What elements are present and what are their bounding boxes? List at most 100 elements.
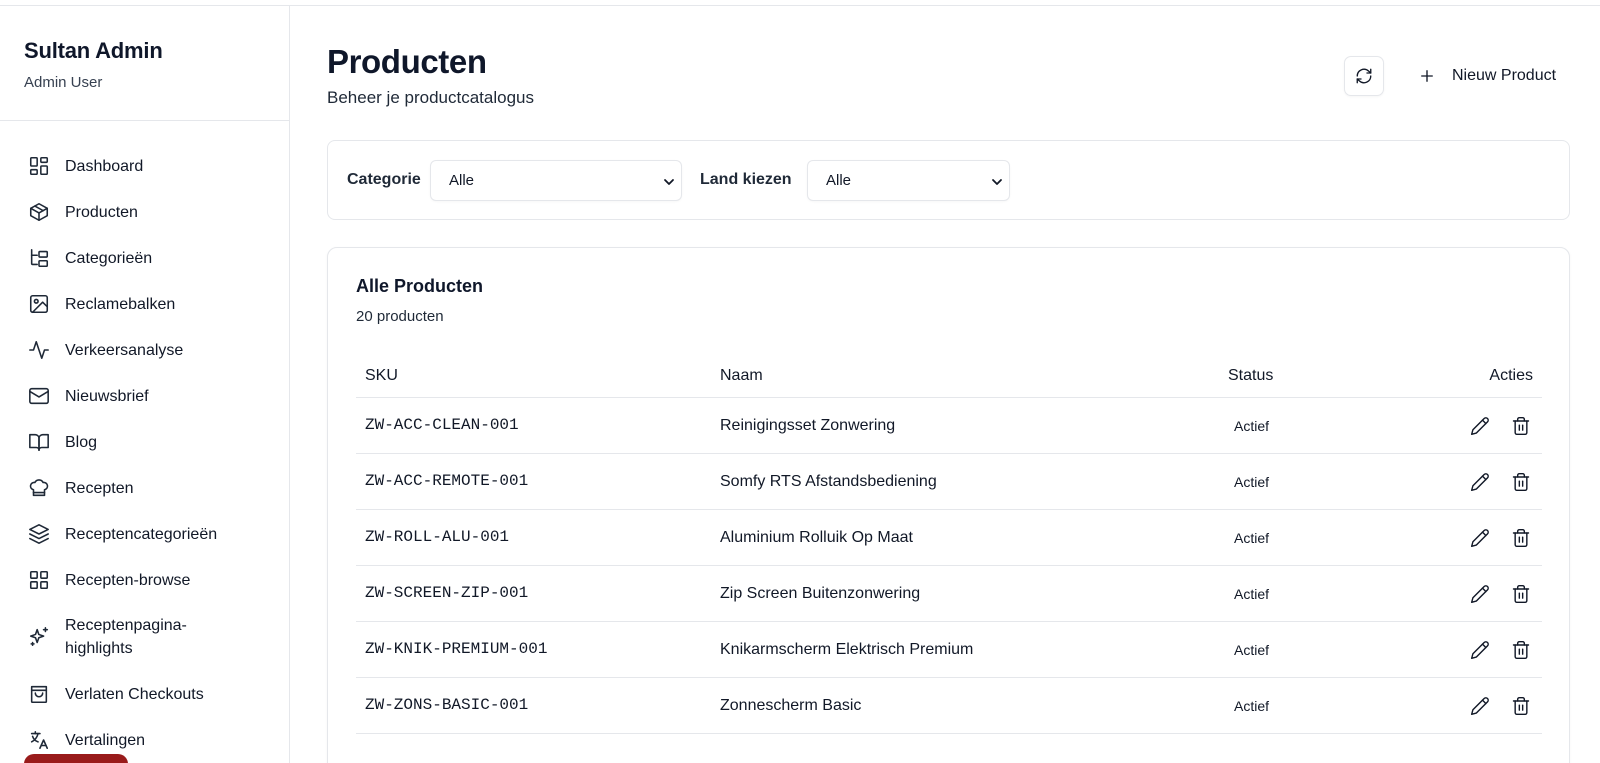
chevron-down-icon (663, 175, 675, 187)
trash-icon[interactable] (1511, 528, 1531, 548)
sidebar-item-label: Receptenpagina-highlights (65, 617, 187, 657)
page-title: Producten (327, 43, 487, 80)
table-title: Alle Producten (356, 276, 484, 296)
pencil-icon[interactable] (1470, 472, 1490, 492)
category-filter-label: Categorie (347, 171, 421, 188)
chef-hat-icon (28, 477, 50, 499)
sidebar: Sultan Admin Admin User Dashboard Produc… (0, 6, 290, 763)
name-cell: Zonnescherm Basic (720, 697, 862, 714)
sidebar-item-label: Verkeersanalyse (65, 341, 184, 359)
main-content: Producten Beheer je productcatalogus Nie… (327, 6, 1570, 763)
sidebar-item-verlaten-checkouts[interactable]: Verlaten Checkouts (0, 671, 289, 717)
name-cell: Zip Screen Buitenzonwering (720, 585, 921, 602)
country-filter-label: Land kiezen (700, 171, 792, 188)
table-body: ZW-ACC-CLEAN-001 Reinigingsset Zonwering… (356, 398, 1542, 734)
trash-icon[interactable] (1511, 472, 1531, 492)
product-count: 20 producten (356, 308, 444, 325)
shopping-bag-icon (28, 683, 50, 705)
table-row: ZW-ROLL-ALU-001 Aluminium Rolluik Op Maa… (356, 510, 1542, 566)
name-cell: Aluminium Rolluik Op Maat (720, 529, 913, 546)
column-header-actions: Acties (1489, 367, 1533, 384)
column-header-name: Naam (720, 367, 763, 384)
sidebar-item-nieuwsbrief[interactable]: Nieuwsbrief (0, 373, 289, 419)
status-cell: Actief (1234, 418, 1270, 434)
layout-dashboard-icon (28, 155, 50, 177)
category-select-value: Alle (449, 172, 475, 189)
sku-cell: ZW-SCREEN-ZIP-001 (365, 584, 529, 602)
sidebar-item-reclamebalken[interactable]: Reclamebalken (0, 281, 289, 327)
brand-title: Sultan Admin (24, 38, 163, 63)
sidebar-item-verkeersanalyse[interactable]: Verkeersanalyse (0, 327, 289, 373)
languages-icon (28, 729, 50, 751)
sidebar-item-label: Blog (65, 433, 98, 451)
sidebar-item-label: Verlaten Checkouts (65, 685, 204, 703)
refresh-button[interactable] (1344, 56, 1384, 96)
chevron-down-icon (991, 175, 1003, 187)
sidebar-item-label: Recepten (65, 479, 134, 497)
image-icon (28, 293, 50, 315)
pencil-icon[interactable] (1470, 528, 1490, 548)
pencil-icon[interactable] (1470, 416, 1490, 436)
sidebar-item-label: Receptencategorieën (65, 525, 218, 543)
new-product-label: Nieuw Product (1452, 67, 1557, 84)
sidebar-item-categorieen[interactable]: Categorieën (0, 235, 289, 281)
table-header: SKU Naam Status Acties (356, 357, 1542, 398)
sidebar-item-label: Recepten-browse (65, 571, 191, 589)
layers-icon (28, 523, 50, 545)
pencil-icon[interactable] (1470, 584, 1490, 604)
sidebar-item-blog[interactable]: Blog (0, 419, 289, 465)
sidebar-item-label: Nieuwsbrief (65, 387, 149, 405)
sparkles-icon (28, 626, 50, 648)
activity-icon (28, 339, 50, 361)
pencil-icon[interactable] (1470, 696, 1490, 716)
sidebar-item-label: Dashboard (65, 157, 144, 175)
sku-cell: ZW-ROLL-ALU-001 (365, 528, 510, 546)
page-subtitle: Beheer je productcatalogus (327, 88, 534, 107)
mail-icon (28, 385, 50, 407)
table-row: ZW-KNIK-PREMIUM-001 Knikarmscherm Elektr… (356, 622, 1542, 678)
sidebar-item-dashboard[interactable]: Dashboard (0, 143, 289, 189)
name-cell: Somfy RTS Afstandsbediening (720, 473, 937, 490)
sidebar-item-receptenpagina-highlights[interactable]: Receptenpagina-highlights (0, 603, 289, 671)
table-row: ZW-SCREEN-ZIP-001 Zip Screen Buitenzonwe… (356, 566, 1542, 622)
table-row: ZW-ACC-REMOTE-001 Somfy RTS Afstandsbedi… (356, 454, 1542, 510)
filter-card: Categorie Alle Land kiezen Alle (327, 140, 1570, 220)
sidebar-item-receptencategorieen[interactable]: Receptencategorieën (0, 511, 289, 557)
name-cell: Reinigingsset Zonwering (720, 417, 896, 434)
brand-user: Admin User (24, 74, 103, 91)
country-select[interactable]: Alle (807, 160, 1010, 201)
sidebar-brand: Sultan Admin Admin User (0, 6, 289, 121)
trash-icon[interactable] (1511, 584, 1531, 604)
name-cell: Knikarmscherm Elektrisch Premium (720, 641, 974, 658)
pencil-icon[interactable] (1470, 640, 1490, 660)
sidebar-item-recepten[interactable]: Recepten (0, 465, 289, 511)
folder-tree-icon (28, 247, 50, 269)
sidebar-nav: Dashboard Producten Categorieën Reclameb… (0, 121, 289, 763)
status-cell: Actief (1234, 474, 1270, 490)
status-cell: Actief (1234, 530, 1270, 546)
sidebar-item-recepten-browse[interactable]: Recepten-browse (0, 557, 289, 603)
country-select-value: Alle (826, 172, 852, 189)
refresh-icon (1355, 67, 1373, 85)
table-row: ZW-ACC-CLEAN-001 Reinigingsset Zonwering… (356, 398, 1542, 454)
grid-icon (28, 569, 50, 591)
trash-icon[interactable] (1511, 640, 1531, 660)
column-header-status: Status (1228, 367, 1274, 384)
category-select[interactable]: Alle (430, 160, 682, 201)
logout-button[interactable] (24, 754, 128, 763)
sku-cell: ZW-KNIK-PREMIUM-001 (365, 640, 548, 658)
sidebar-item-producten[interactable]: Producten (0, 189, 289, 235)
status-cell: Actief (1234, 698, 1270, 714)
sku-cell: ZW-ACC-REMOTE-001 (365, 472, 529, 490)
book-open-icon (28, 431, 50, 453)
new-product-button[interactable]: Nieuw Product (1402, 58, 1556, 94)
trash-icon[interactable] (1511, 696, 1531, 716)
column-header-sku: SKU (365, 367, 398, 384)
sidebar-item-label: Vertalingen (65, 731, 146, 749)
sku-cell: ZW-ACC-CLEAN-001 (365, 416, 519, 434)
sidebar-item-label: Producten (65, 203, 138, 221)
plus-icon (1418, 67, 1436, 85)
trash-icon[interactable] (1511, 416, 1531, 436)
table-row: ZW-ZONS-BASIC-001 Zonnescherm Basic Acti… (356, 678, 1542, 734)
status-cell: Actief (1234, 586, 1270, 602)
